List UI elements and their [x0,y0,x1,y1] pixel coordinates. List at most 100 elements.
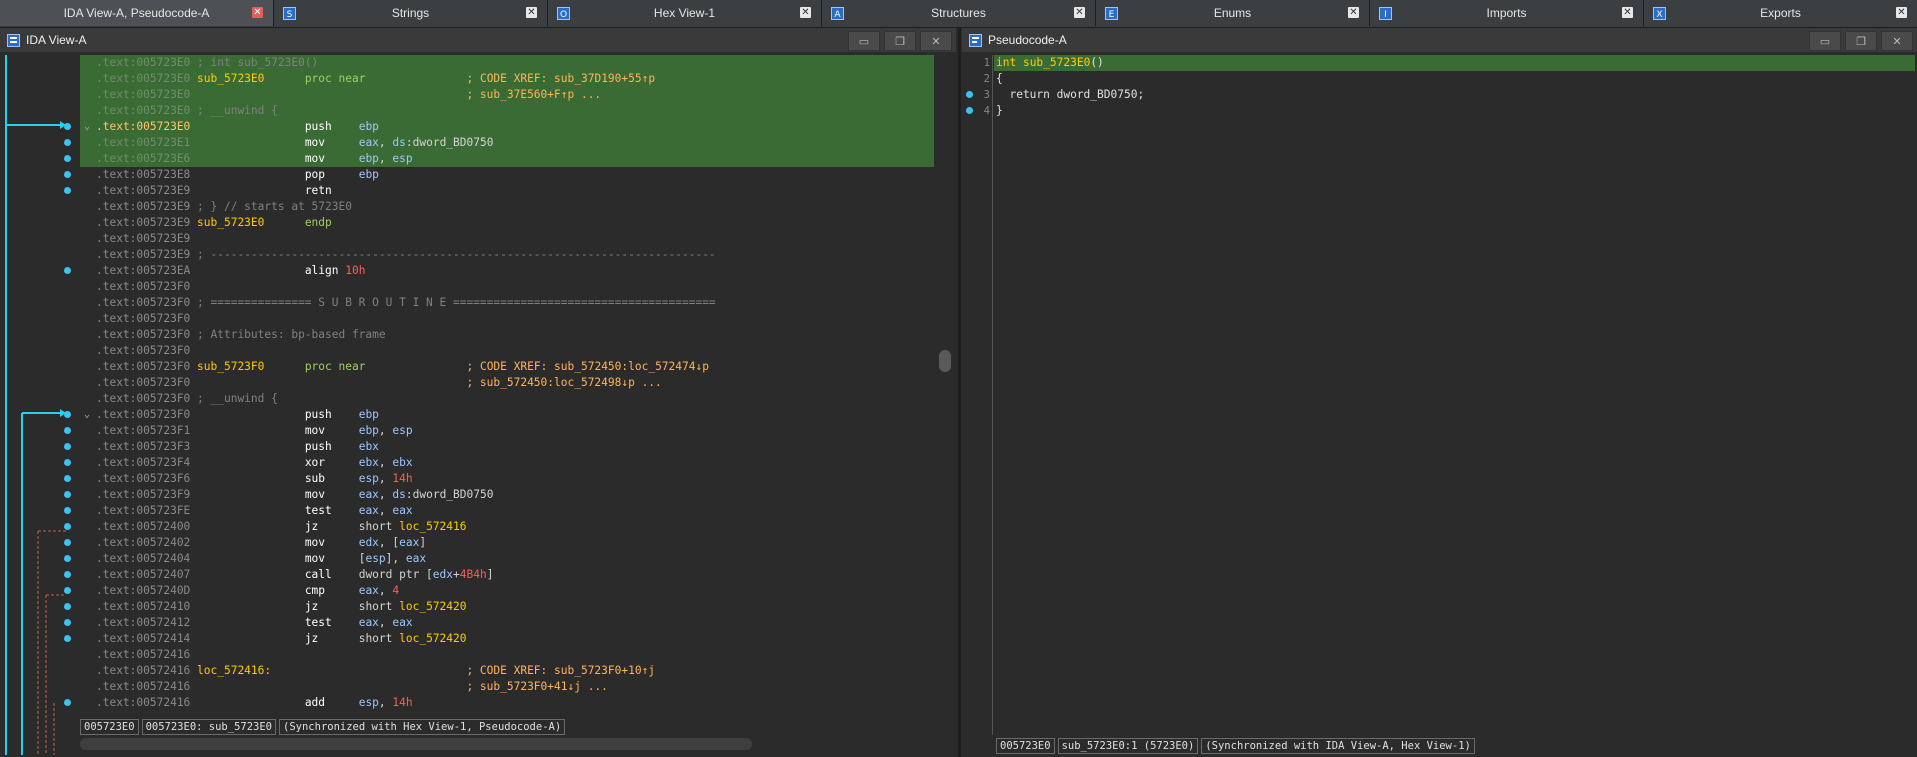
close-icon[interactable]: ✕ [526,7,537,18]
disasm-line[interactable]: .text:00572414 jz short loc_572420 [80,631,934,647]
tab-exports[interactable]: X Exports ✕ [1644,0,1917,26]
pseudocode-line[interactable]: { [994,71,1915,87]
fold-chevron-icon[interactable]: ⌄ [84,119,90,135]
breakpoint-dot-icon[interactable] [64,443,71,450]
breakpoint-dot-icon[interactable] [64,635,71,642]
horizontal-scrollbar[interactable] [80,738,752,750]
breakpoint-dot-icon[interactable] [64,523,71,530]
disasm-line[interactable]: .text:005723F0 ; Attributes: bp-based fr… [80,327,934,343]
disasm-line[interactable]: .text:005723F0 [80,311,934,327]
breakpoint-dot-icon[interactable] [64,539,71,546]
disasm-line[interactable]: .text:005723FE test eax, eax [80,503,934,519]
restore-button[interactable]: ❐ [884,31,916,51]
close-icon[interactable]: ✕ [800,7,811,18]
close-icon[interactable]: ✕ [1348,7,1359,18]
hex-icon: O [556,6,570,20]
disasm-line[interactable]: .text:005723F0 ; =============== S U B R… [80,295,934,311]
disasm-line[interactable]: .text:00572412 test eax, eax [80,615,934,631]
breakpoint-dot-icon[interactable] [64,267,71,274]
breakpoint-dot-icon[interactable] [966,107,973,114]
tab-imports[interactable]: I Imports ✕ [1370,0,1644,26]
disasm-line[interactable]: .text:005723F6 sub esp, 14h [80,471,934,487]
breakpoint-dot-icon[interactable] [64,603,71,610]
breakpoint-dot-icon[interactable] [64,411,71,418]
disasm-line[interactable]: .text:005723E0 ; sub_37E560+F↑p ... [80,87,934,103]
code-token: push [304,440,359,453]
close-icon[interactable]: ✕ [252,7,263,18]
breakpoint-dot-icon[interactable] [64,171,71,178]
pseudocode-line[interactable]: return dword_BD0750; [994,87,1915,103]
breakpoint-dot-icon[interactable] [64,699,71,706]
tab-hex-view-1[interactable]: O Hex View-1 ✕ [548,0,822,26]
close-panel-button[interactable]: ✕ [920,31,952,51]
maximize-button[interactable]: ▭ [848,31,880,51]
disasm-line[interactable]: .text:00572400 jz short loc_572416 [80,519,934,535]
disasm-line[interactable]: .text:005723E9 ; } // starts at 5723E0 [80,199,934,215]
breakpoint-dot-icon[interactable] [64,507,71,514]
close-panel-button[interactable]: ✕ [1881,31,1913,51]
disasm-line[interactable]: .text:00572416 add esp, 14h [80,695,934,711]
pseudocode-line[interactable]: } [994,103,1915,119]
code-token: ] [486,568,494,581]
disasm-line[interactable]: .text:005723F0 [80,343,934,359]
breakpoint-dot-icon[interactable] [64,427,71,434]
disasm-line[interactable]: .text:005723F0 [80,279,934,295]
breakpoint-dot-icon[interactable] [64,187,71,194]
breakpoint-dot-icon[interactable] [64,555,71,562]
disasm-line[interactable]: .text:00572407 call dword ptr [edx+4B4h] [80,567,934,583]
splitter[interactable] [958,28,961,757]
disasm-line[interactable]: .text:005723F0 ; __unwind { [80,391,934,407]
disasm-line[interactable]: .text:005723F0 ; sub_572450:loc_572498↓p… [80,375,934,391]
close-icon[interactable]: ✕ [1622,7,1633,18]
disasm-line[interactable]: .text:005723F0 sub_5723F0 proc near ; CO… [80,359,934,375]
disasm-line[interactable]: .text:005723E9 retn [80,183,934,199]
address: .text:005723E0 [96,88,191,101]
disasm-line[interactable]: .text:005723E8 pop ebp [80,167,934,183]
close-icon[interactable]: ✕ [1074,7,1085,18]
disasm-line[interactable]: .text:00572404 mov [esp], eax [80,551,934,567]
breakpoint-dot-icon[interactable] [64,619,71,626]
disasm-line[interactable]: .text:005723EA align 10h [80,263,934,279]
breakpoint-dot-icon[interactable] [64,587,71,594]
breakpoint-dot-icon[interactable] [64,139,71,146]
breakpoint-dot-icon[interactable] [966,91,973,98]
disasm-line[interactable]: .text:005723E1 mov eax, ds:dword_BD0750 [80,135,934,151]
disasm-line[interactable]: .text:005723E6 mov ebp, esp [80,151,934,167]
tab-enums[interactable]: E Enums ✕ [1096,0,1370,26]
breakpoint-dot-icon[interactable] [64,475,71,482]
tab-strings[interactable]: S Strings ✕ [274,0,548,26]
disasm-line[interactable]: .text:00572416 [80,647,934,663]
disasm-line[interactable]: .text:005723E0 sub_5723E0 proc near ; CO… [80,71,934,87]
vertical-scrollbar[interactable] [939,350,951,372]
disasm-line[interactable]: .text:005723F9 mov eax, ds:dword_BD0750 [80,487,934,503]
disasm-line[interactable]: .text:005723F4 xor ebx, ebx [80,455,934,471]
disasm-line[interactable]: .text:005723F1 mov ebp, esp [80,423,934,439]
fold-chevron-icon[interactable]: ⌄ [84,407,90,423]
breakpoint-dot-icon[interactable] [64,491,71,498]
restore-button[interactable]: ❐ [1845,31,1877,51]
disasm-line[interactable]: .text:005723E9 sub_5723E0 endp [80,215,934,231]
pseudocode-view[interactable]: int sub_5723E0(){ return dword_BD0750;} [994,55,1915,735]
breakpoint-dot-icon[interactable] [64,459,71,466]
disasm-line[interactable]: .text:00572410 jz short loc_572420 [80,599,934,615]
breakpoint-dot-icon[interactable] [64,155,71,162]
disasm-line[interactable]: .text:005723F3 push ebx [80,439,934,455]
pseudocode-line[interactable]: int sub_5723E0() [994,55,1915,71]
disasm-line[interactable]: .text:00572416 ; sub_5723F0+41↓j ... [80,679,934,695]
disasm-line[interactable]: .text:005723E0 ; __unwind { [80,103,934,119]
close-icon[interactable]: ✕ [1896,7,1907,18]
disasm-line[interactable]: .text:005723E9 ; -----------------------… [80,247,934,263]
maximize-button[interactable]: ▭ [1809,31,1841,51]
breakpoint-dot-icon[interactable] [64,123,71,130]
disasm-line[interactable]: ⌄ .text:005723E0 push ebp [80,119,934,135]
disassembly-view[interactable]: .text:005723E0 ; int sub_5723E0() .text:0… [80,55,934,715]
disasm-line[interactable]: .text:00572402 mov edx, [eax] [80,535,934,551]
disasm-line[interactable]: .text:0057240D cmp eax, 4 [80,583,934,599]
disasm-line[interactable]: .text:005723E0 ; int sub_5723E0() [80,55,934,71]
disasm-line[interactable]: .text:00572416 loc_572416: ; CODE XREF: … [80,663,934,679]
tab-structures[interactable]: A Structures ✕ [822,0,1096,26]
disasm-line[interactable]: ⌄ .text:005723F0 push ebp [80,407,934,423]
breakpoint-dot-icon[interactable] [64,571,71,578]
tab-ida-view-a-pseudocode-a[interactable]: IDA View-A, Pseudocode-A ✕ [0,0,274,26]
disasm-line[interactable]: .text:005723E9 [80,231,934,247]
